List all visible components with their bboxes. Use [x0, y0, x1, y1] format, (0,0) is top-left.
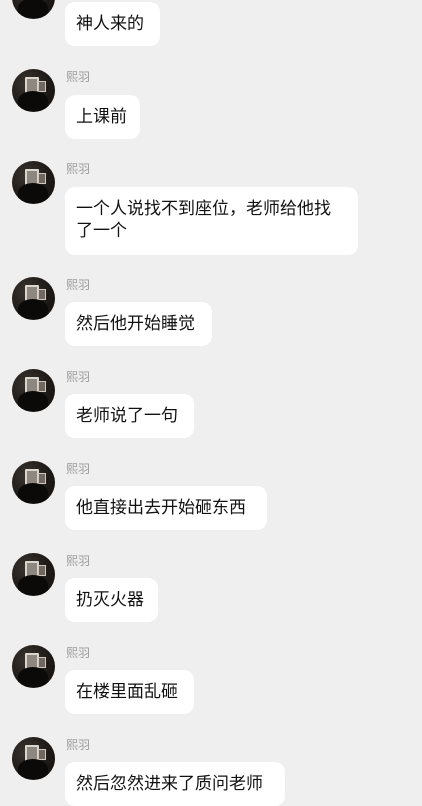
avatar[interactable]	[12, 461, 55, 504]
chat-message: 熙羽 然后忽然进来了质问老师	[0, 736, 422, 806]
sender-name: 熙羽	[66, 162, 91, 176]
message-bubble[interactable]: 然后忽然进来了质问老师	[65, 762, 285, 806]
sender-name: 熙羽	[66, 370, 91, 384]
chat-message: 熙羽 他直接出去开始砸东西	[0, 460, 422, 532]
chat-message: 熙羽 然后他开始睡觉	[0, 276, 422, 348]
sender-name: 熙羽	[66, 278, 91, 292]
chat-message: 熙羽 扔灭火器	[0, 552, 422, 624]
message-bubble[interactable]: 他直接出去开始砸东西	[65, 486, 267, 530]
chat-message: 熙羽 在楼里面乱砸	[0, 644, 422, 716]
sender-name: 熙羽	[66, 70, 91, 84]
avatar[interactable]	[12, 737, 55, 780]
chat-message: 神人来的	[0, 0, 422, 46]
message-bubble[interactable]: 然后他开始睡觉	[65, 302, 212, 346]
chat-message: 熙羽 老师说了一句	[0, 368, 422, 440]
sender-name: 熙羽	[66, 738, 91, 752]
message-bubble[interactable]: 一个人说找不到座位，老师给他找了一个	[65, 187, 358, 255]
message-bubble[interactable]: 上课前	[65, 95, 140, 139]
message-bubble[interactable]: 神人来的	[65, 2, 160, 46]
avatar[interactable]	[12, 645, 55, 688]
avatar[interactable]	[12, 277, 55, 320]
avatar[interactable]	[12, 0, 55, 19]
avatar[interactable]	[12, 69, 55, 112]
sender-name: 熙羽	[66, 646, 91, 660]
chat-message-list: 神人来的 熙羽 上课前 熙羽 一个人说找不到座位，老师给他找了一个 熙羽 然后他…	[0, 0, 422, 806]
avatar[interactable]	[12, 161, 55, 204]
sender-name: 熙羽	[66, 462, 91, 476]
avatar[interactable]	[12, 369, 55, 412]
chat-message: 熙羽 一个人说找不到座位，老师给他找了一个	[0, 160, 422, 256]
chat-message: 熙羽 上课前	[0, 68, 422, 140]
sender-name: 熙羽	[66, 554, 91, 568]
message-bubble[interactable]: 在楼里面乱砸	[65, 670, 194, 714]
message-bubble[interactable]: 老师说了一句	[65, 394, 194, 438]
avatar[interactable]	[12, 553, 55, 596]
message-bubble[interactable]: 扔灭火器	[65, 578, 158, 622]
